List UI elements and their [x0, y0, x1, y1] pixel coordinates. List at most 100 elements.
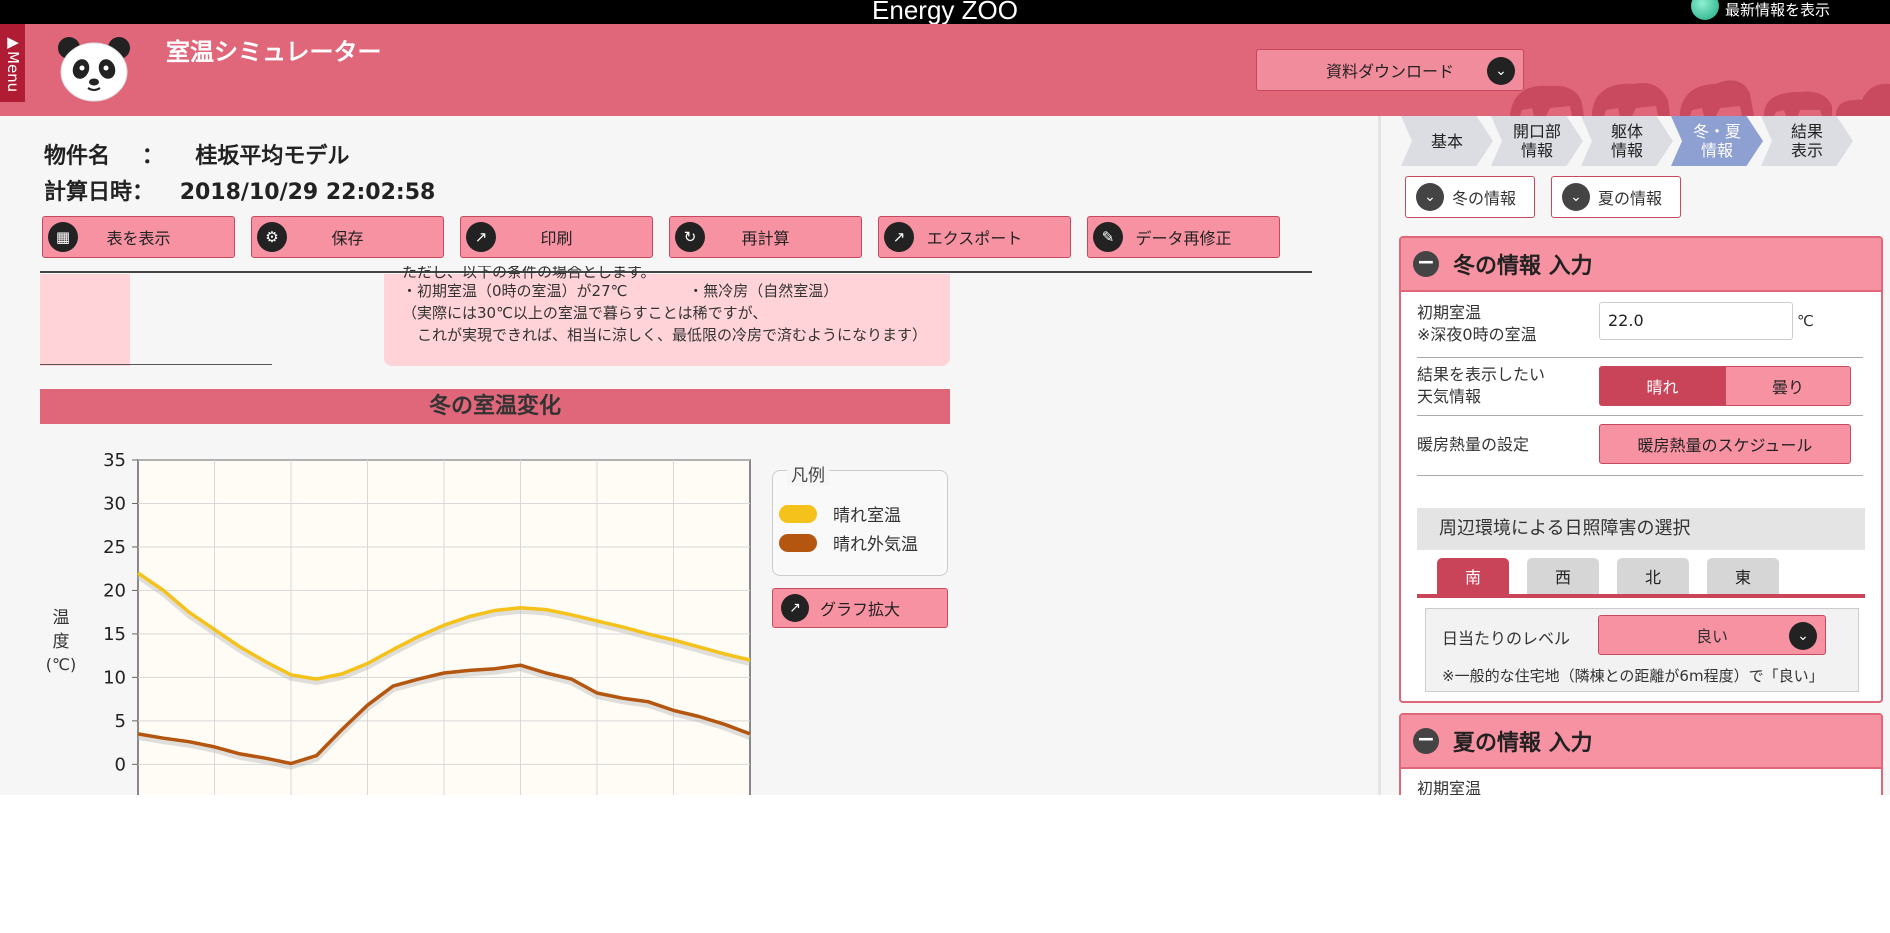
legend-swatch-sunny-outdoor	[779, 533, 817, 552]
y-tick-label: 5	[115, 711, 126, 732]
menu-button[interactable]: ▶Menu	[0, 24, 25, 102]
note-underline	[40, 364, 272, 365]
winter-input-section: − 冬の情報 入力 初期室温 ※深夜0時の室温 22.0 ℃ 結果を表示したい …	[1399, 236, 1883, 703]
show-table-label: 表を表示	[106, 229, 171, 248]
heating-label: 暖房熱量の設定	[1417, 435, 1530, 454]
initial-temp-label-line1: 初期室温	[1417, 303, 1482, 322]
zoom-graph-button[interactable]: ↗ グラフ拡大	[772, 588, 948, 628]
heating-row: 暖房熱量の設定 暖房熱量のスケジュール	[1417, 416, 1863, 476]
note-line-0: ただし、以下の条件の場合とします。	[402, 266, 656, 280]
initial-temp-label: 初期室温 ※深夜0時の室温	[1417, 302, 1537, 346]
edit-data-button[interactable]: ✎ データ再修正	[1087, 216, 1280, 258]
calc-time-row: 計算日時： 2018/10/29 22:02:58	[44, 174, 435, 206]
legend-label-sunny-room: 晴れ室温	[833, 506, 901, 526]
winter-input-title: 冬の情報 入力	[1453, 254, 1593, 279]
property-name-value: 桂坂平均モデル	[195, 144, 350, 169]
download-select[interactable]: 資料ダウンロード ⌄	[1256, 49, 1524, 91]
note-line-3: これが実現できれば、相当に涼しく、最低限の冷房で済むようになります）	[402, 326, 928, 344]
y-tick-label: 20	[103, 580, 126, 601]
download-label: 資料ダウンロード	[1325, 62, 1454, 81]
y-tick-label: 35	[103, 450, 126, 471]
save-label: 保存	[331, 229, 364, 248]
news-link[interactable]: 最新情報を表示	[1690, 0, 1830, 20]
y-tick-label: 15	[103, 624, 126, 645]
show-table-button[interactable]: ▦ 表を表示	[42, 216, 235, 258]
sun-level-value: 良い	[1695, 627, 1728, 646]
chart-legend: 凡例 晴れ室温 晴れ外気温	[772, 461, 948, 576]
share-icon: ↗	[466, 222, 496, 252]
step-basic[interactable]: 基本	[1401, 116, 1493, 166]
tab-east[interactable]: 東	[1707, 558, 1779, 594]
winter-info-label: 冬の情報	[1452, 189, 1517, 208]
y-tick-label: 30	[103, 493, 126, 514]
app-title: Energy ZOO	[872, 0, 1018, 25]
heating-schedule-button[interactable]: 暖房熱量のスケジュール	[1599, 424, 1851, 464]
zoom-graph-label: グラフ拡大	[819, 600, 900, 619]
step-label: 基本	[1430, 131, 1463, 151]
step-winter-summer[interactable]: 冬・夏 情報	[1671, 116, 1763, 166]
note-line-1: ・初期室温（0時の室温）が27℃ ・無冷房（自然室温）	[402, 280, 950, 302]
panda-logo	[58, 37, 130, 102]
winter-info-tab[interactable]: ⌄ 冬の情報	[1405, 176, 1535, 218]
weather-label: 結果を表示したい 天気情報	[1417, 364, 1545, 408]
direction-tabs: 南 西 北 東	[1437, 558, 1779, 594]
collapse-icon: −	[1413, 728, 1439, 754]
chevron-down-icon: ⌄	[1789, 622, 1817, 650]
y-axis-label: 温	[53, 608, 70, 628]
property-name-label: 物件名	[44, 144, 111, 169]
recalculate-button[interactable]: ↻ 再計算	[669, 216, 862, 258]
season-subtabs: ⌄ 冬の情報 ⌄ 夏の情報	[1405, 176, 1681, 218]
step-openings[interactable]: 開口部 情報	[1491, 116, 1583, 166]
winter-section-title: 冬の室温変化	[40, 389, 950, 424]
property-name-row: 物件名 ： 桂坂平均モデル	[44, 138, 349, 170]
news-link-label: 最新情報を表示	[1724, 1, 1830, 19]
initial-temp-label-line2: ※深夜0時の室温	[1417, 325, 1537, 344]
summer-input-header[interactable]: − 夏の情報 入力	[1401, 715, 1881, 769]
weather-label-line2: 天気情報	[1417, 387, 1482, 406]
export-icon: ↗	[781, 594, 809, 622]
summer-info-label: 夏の情報	[1598, 189, 1663, 208]
initial-temp-row: 初期室温 ※深夜0時の室温 22.0 ℃	[1417, 298, 1863, 358]
news-dot-icon	[1690, 0, 1719, 20]
animal-silhouettes	[1510, 80, 1890, 116]
tab-west[interactable]: 西	[1527, 558, 1599, 594]
collapse-icon: −	[1413, 251, 1439, 277]
weather-sunny-button[interactable]: 晴れ	[1599, 366, 1726, 406]
initial-temp-input[interactable]: 22.0	[1599, 302, 1793, 340]
note-line-1b: ・無冷房（自然室温）	[688, 282, 839, 300]
gear-icon: ⚙	[257, 222, 287, 252]
note-line-1a: ・初期室温（0時の室温）が27℃	[402, 282, 628, 300]
sun-level-box: 日当たりのレベル 良い ⌄ ※一般的な住宅地（隣棟との距離が6m程度）で「良い」	[1425, 608, 1859, 692]
summer-input-section: − 夏の情報 入力 初期室温	[1399, 713, 1883, 795]
step-label: 開口部 情報	[1512, 122, 1561, 160]
step-label: 冬・夏 情報	[1692, 122, 1741, 160]
recalculate-label: 再計算	[741, 229, 790, 248]
simulator-title: 室温シミュレーター	[166, 38, 382, 66]
sun-level-note: ※一般的な住宅地（隣棟との距離が6m程度）で「良い」	[1442, 667, 1824, 685]
save-button[interactable]: ⚙ 保存	[251, 216, 444, 258]
summer-info-tab[interactable]: ⌄ 夏の情報	[1551, 176, 1681, 218]
tab-south[interactable]: 南	[1437, 558, 1509, 594]
chevron-down-icon: ⌄	[1562, 183, 1590, 211]
winter-temperature-chart: 35302520151050-5温度(℃)	[46, 450, 752, 795]
weather-cloudy-button[interactable]: 曇り	[1725, 366, 1851, 406]
step-results[interactable]: 結果 表示	[1761, 116, 1853, 166]
y-axis-label: (℃)	[46, 655, 76, 674]
calc-time-label: 計算日時：	[44, 180, 155, 205]
input-panel: 基本 開口部 情報 躯体 情報 冬・夏 情報 結果 表示 ⌄ 冬の情報 ⌄ 夏の…	[1378, 116, 1890, 795]
sun-level-select[interactable]: 良い ⌄	[1598, 615, 1826, 655]
winter-input-header[interactable]: − 冬の情報 入力	[1401, 238, 1881, 292]
pencil-icon: ✎	[1093, 222, 1123, 252]
tab-north[interactable]: 北	[1617, 558, 1689, 594]
print-label: 印刷	[540, 229, 573, 248]
top-bar: Energy ZOO 最新情報を表示	[0, 0, 1890, 24]
step-structure[interactable]: 躯体 情報	[1581, 116, 1673, 166]
print-button[interactable]: ↗ 印刷	[460, 216, 653, 258]
chevron-down-icon: ⌄	[1416, 183, 1444, 211]
y-axis-label: 度	[53, 632, 70, 652]
step-nav: 基本 開口部 情報 躯体 情報 冬・夏 情報 結果 表示	[1401, 116, 1853, 166]
legend-swatch-sunny-room	[779, 504, 817, 523]
export-button[interactable]: ↗ エクスポート	[878, 216, 1071, 258]
legend-label-sunny-outdoor: 晴れ外気温	[833, 535, 918, 555]
calc-time-value: 2018/10/29 22:02:58	[179, 180, 436, 205]
